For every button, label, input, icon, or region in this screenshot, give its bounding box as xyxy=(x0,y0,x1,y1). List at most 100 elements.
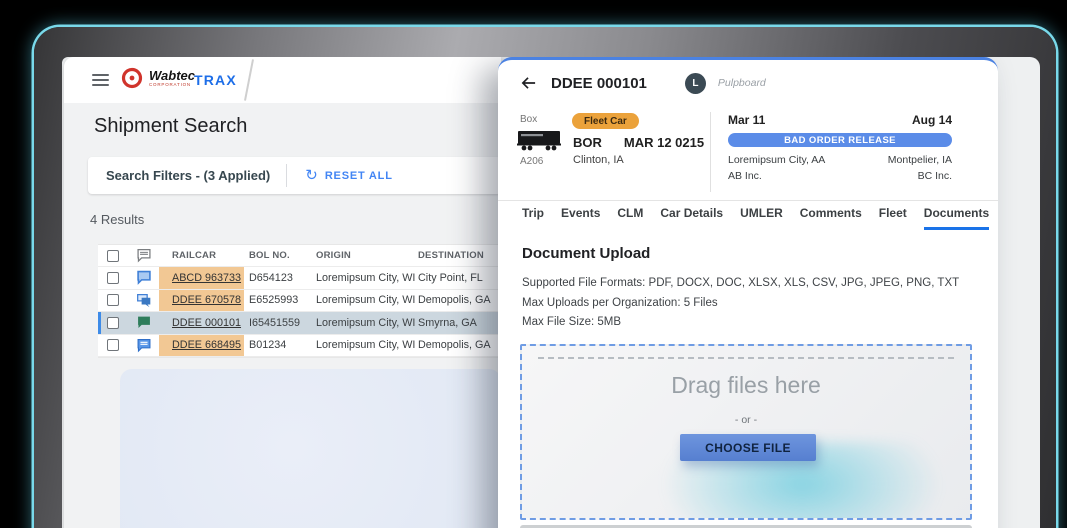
row-comment-icon[interactable] xyxy=(128,315,159,330)
bol-cell: E6525993 xyxy=(249,294,299,307)
chat-outline-blue-icon xyxy=(136,271,151,286)
tab-documents[interactable]: Documents xyxy=(923,206,990,230)
car-status-line: BOR MAR 12 0215 xyxy=(573,135,704,150)
device-frame: Wabtec CORPORATION TRAX Shipment Search … xyxy=(34,27,1056,528)
origin-cell: Loremipsum City, WI xyxy=(316,271,416,284)
destination-cell: Demopolis, GA xyxy=(418,294,491,307)
trip-end-date: Aug 14 xyxy=(911,113,952,127)
row-checkbox[interactable] xyxy=(107,339,119,352)
tabs-divider xyxy=(498,200,998,201)
stage: Wabtec CORPORATION TRAX Shipment Search … xyxy=(0,0,1067,528)
results-count: 4 Results xyxy=(90,212,145,227)
upload-heading: Document Upload xyxy=(522,245,651,262)
brand-name: Wabtec xyxy=(149,68,195,83)
status-time: MAR 12 0215 xyxy=(623,135,705,150)
tab-umler[interactable]: UMLER xyxy=(740,206,783,230)
car-type-label: Box xyxy=(520,114,538,125)
row-checkbox[interactable] xyxy=(107,294,119,307)
wabtec-logo-icon xyxy=(121,67,143,89)
railcar-link[interactable]: DDEE 000101 xyxy=(172,317,241,329)
trip-origin-city: Loremipsum City, AA xyxy=(728,154,826,166)
back-arrow-icon[interactable] xyxy=(520,75,537,91)
destination-cell: City Point, FL xyxy=(418,271,483,284)
table-row[interactable]: DDEE 668495 B01234 Loremipsum City, WI Demo… xyxy=(98,334,501,357)
drag-files-label: Drag files here xyxy=(671,372,821,398)
upload-info-line: Max File Size: 5MB xyxy=(522,316,622,328)
upload-info: Supported File Formats: PDF, DOCX, DOC, … xyxy=(522,274,959,333)
origin-cell: Loremipsum City, WI xyxy=(316,339,416,352)
avatar-note: Pulpboard xyxy=(717,77,766,89)
page-title: Shipment Search xyxy=(94,115,248,137)
choose-file-button[interactable]: CHOOSE FILE xyxy=(680,434,816,461)
trip-origin-company: AB Inc. xyxy=(728,170,762,182)
refresh-icon[interactable]: ↻ xyxy=(305,168,318,183)
wabtec-logo: Wabtec CORPORATION xyxy=(120,66,195,90)
tab-comments[interactable]: Comments xyxy=(800,206,862,230)
dropzone-inner-dash xyxy=(538,357,954,359)
row-comment-icon[interactable] xyxy=(128,338,159,353)
car-section-divider xyxy=(710,112,711,192)
avatar[interactable]: L xyxy=(684,72,706,94)
col-bol: BOL NO. xyxy=(249,250,290,261)
detail-tabs: Trip Events CLM Car Details UMLER Comments Fle… xyxy=(522,206,990,230)
origin-cell: Loremipsum City, WI xyxy=(316,294,416,307)
table-row[interactable]: DDEE 000101 I65451559 Loremipsum City, WI S… xyxy=(98,312,501,335)
railcar-link[interactable]: ABCD 963733 xyxy=(172,272,241,284)
brand-subtitle: CORPORATION xyxy=(149,82,191,87)
detail-header: DDEE 000101 L Pulpboard xyxy=(498,60,998,106)
or-label: - or - xyxy=(734,414,758,426)
chat-filled-green-icon xyxy=(137,316,150,329)
row-comment-icon[interactable] xyxy=(128,270,159,286)
trip-summary: Mar 11 Aug 14 BAD ORDER RELEASE Loremips… xyxy=(728,113,952,184)
chat-lines-blue-icon xyxy=(137,338,150,353)
chat-double-icon xyxy=(136,293,150,307)
table-row[interactable]: DDEE 670578 E6525993 Loremipsum City, WI De… xyxy=(98,289,501,312)
tab-car-details[interactable]: Car Details xyxy=(660,206,723,230)
bol-cell: B01234 xyxy=(249,339,287,352)
comment-column-icon xyxy=(128,248,159,263)
map-placeholder-card xyxy=(120,369,501,528)
filter-label: Search Filters - (3 Applied) xyxy=(106,168,271,183)
origin-cell: Loremipsum City, WI xyxy=(316,316,416,329)
bol-cell: I65451559 xyxy=(249,316,301,329)
status-code: BOR xyxy=(573,135,602,150)
trip-status-bar: BAD ORDER RELEASE xyxy=(728,133,952,147)
row-checkbox[interactable] xyxy=(107,316,119,329)
detail-title: DDEE 000101 xyxy=(551,74,647,92)
fleet-car-badge: Fleet Car xyxy=(572,113,639,129)
header-divider xyxy=(244,59,254,101)
reset-all-button[interactable]: RESET ALL xyxy=(325,170,393,182)
bol-cell: D654123 xyxy=(249,271,293,284)
product-name: TRAX xyxy=(194,72,237,88)
trip-start-date: Mar 11 xyxy=(728,113,766,127)
row-checkbox[interactable] xyxy=(107,271,119,284)
col-destination: DESTINATION xyxy=(418,250,484,261)
tab-clm[interactable]: CLM xyxy=(617,206,643,230)
row-comment-icon[interactable] xyxy=(128,293,159,308)
railcar-link[interactable]: DDEE 670578 xyxy=(172,294,241,306)
tab-fleet[interactable]: Fleet xyxy=(879,206,907,230)
search-filters-bar[interactable]: Search Filters - (3 Applied) ↻ RESET ALL xyxy=(88,157,501,194)
tab-events[interactable]: Events xyxy=(561,206,600,230)
destination-cell: Smyrna, GA xyxy=(418,316,477,329)
col-origin: ORIGIN xyxy=(316,250,351,261)
comment-outline-icon xyxy=(136,248,151,263)
col-railcar: RAILCAR xyxy=(172,250,217,261)
destination-cell: Demopolis, GA xyxy=(418,339,491,352)
results-table: RAILCAR BOL NO. ORIGIN DESTINATION ABCD … xyxy=(98,244,501,358)
menu-icon[interactable] xyxy=(92,74,109,89)
select-all-checkbox[interactable] xyxy=(107,249,119,262)
file-dropzone[interactable]: Drag files here - or - CHOOSE FILE xyxy=(520,344,972,520)
tab-trip[interactable]: Trip xyxy=(522,206,544,230)
railcar-link[interactable]: DDEE 668495 xyxy=(172,339,241,351)
trip-dest-city: Montpelier, IA xyxy=(887,154,952,166)
car-id: A206 xyxy=(520,156,544,167)
car-detail-panel: DDEE 000101 L Pulpboard Box A206 Fleet C… xyxy=(498,57,998,528)
screen: Wabtec CORPORATION TRAX Shipment Search … xyxy=(62,57,1040,528)
app-header: Wabtec CORPORATION TRAX xyxy=(64,57,501,103)
table-row[interactable]: ABCD 963733 D654123 Loremipsum City, WI Cit… xyxy=(98,267,501,290)
upload-info-line: Max Uploads per Organization: 5 Files xyxy=(522,296,718,309)
upload-info-line: Supported File Formats: PDF, DOCX, DOC, … xyxy=(522,277,960,289)
table-header-row: RAILCAR BOL NO. ORIGIN DESTINATION xyxy=(98,245,501,267)
filter-divider xyxy=(286,164,288,187)
